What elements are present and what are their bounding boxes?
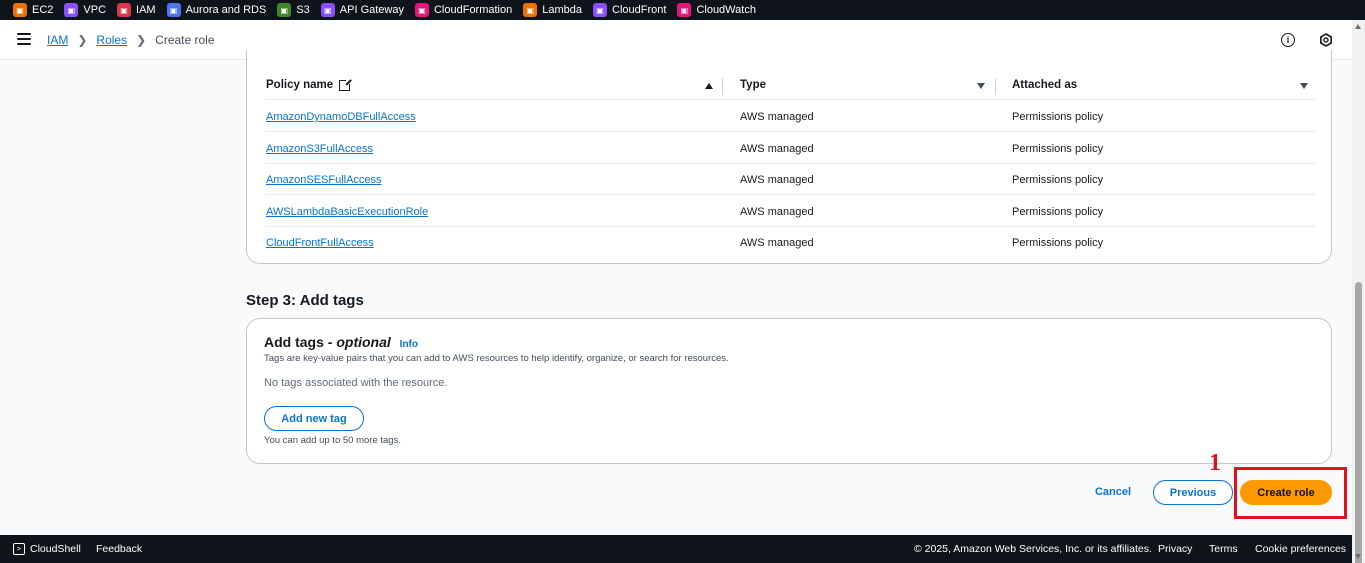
table-row: AmazonSESFullAccess AWS managed Permission… <box>265 164 1316 196</box>
policy-type: AWS managed <box>740 237 814 250</box>
cloudshell-link[interactable]: CloudShell <box>30 543 81 555</box>
tags-description: Tags are key-value pairs that you can ad… <box>264 353 729 364</box>
s3-icon: ▣ <box>277 3 292 17</box>
policy-attached-as: Permissions policy <box>1012 237 1104 250</box>
policy-name-link[interactable]: AWSLambdaBasicExecutionRole <box>266 206 428 218</box>
service-shortcut-lambda[interactable]: ▣ Lambda <box>523 3 582 17</box>
service-shortcut-vpc[interactable]: ▣ VPC <box>64 3 106 17</box>
scrollbar-thumb[interactable] <box>1355 282 1362 563</box>
vpc-icon: ▣ <box>64 3 79 17</box>
policy-name-link[interactable]: CloudFrontFullAccess <box>266 237 374 249</box>
policy-name-link[interactable]: AmazonS3FullAccess <box>266 143 373 155</box>
rds-icon: ▣ <box>166 3 181 17</box>
add-tags-title: Add tags - optional Info <box>264 334 418 350</box>
services-bar: ▣ EC2 ▣ VPC ▣ IAM ▣ Aurora and RDS ▣ S3 ▣ API Gatew… <box>0 0 1365 20</box>
chevron-right-icon: ❯ <box>136 33 147 47</box>
tags-empty-text: No tags associated with the resource. <box>264 377 448 389</box>
policy-name-link[interactable]: AmazonSESFullAccess <box>266 174 382 186</box>
scroll-up-icon[interactable] <box>1355 24 1361 29</box>
info-icon[interactable]: i <box>1281 33 1295 47</box>
iam-icon: ▣ <box>117 3 132 17</box>
service-shortcut-cloudwatch[interactable]: ▣ CloudWatch <box>677 3 756 17</box>
table-row: AWSLambdaBasicExecutionRole AWS managed Pe… <box>265 196 1316 227</box>
table-row: AmazonS3FullAccess AWS managed Permissions… <box>265 133 1316 164</box>
column-header-policy-name[interactable]: Policy name <box>266 77 353 91</box>
scroll-down-icon[interactable] <box>1355 554 1361 559</box>
policy-name-link[interactable]: AmazonDynamoDBFullAccess <box>266 111 416 123</box>
add-new-tag-button[interactable]: Add new tag <box>264 406 364 431</box>
chevron-right-icon: ❯ <box>77 33 88 47</box>
service-shortcut-cloudfront[interactable]: ▣ CloudFront <box>593 3 666 17</box>
api-gateway-icon: ▣ <box>320 3 335 17</box>
cookie-preferences-link[interactable]: Cookie preferences <box>1255 543 1346 555</box>
service-shortcut-aurora-and-rds[interactable]: ▣ Aurora and RDS <box>166 3 266 17</box>
policy-type: AWS managed <box>740 142 814 155</box>
cloudfront-icon: ▣ <box>593 3 608 17</box>
policies-table-card: Policy name Type Attached as AmazonDynam… <box>246 50 1332 264</box>
cloudwatch-icon: ▣ <box>677 3 692 17</box>
policy-type: AWS managed <box>740 111 814 123</box>
settings-icon[interactable] <box>1319 33 1333 47</box>
breadcrumb-roles[interactable]: Roles <box>96 33 127 47</box>
column-header-type[interactable]: Type <box>740 79 766 91</box>
policy-attached-as: Permissions policy <box>1012 111 1104 123</box>
info-link[interactable]: Info <box>400 339 418 350</box>
lambda-icon: ▣ <box>523 3 538 17</box>
cancel-button[interactable]: Cancel <box>1088 483 1138 501</box>
service-shortcut-cloudformation[interactable]: ▣ CloudFormation <box>414 3 512 17</box>
cloudshell-icon[interactable]: > <box>13 543 25 555</box>
column-header-attached-as[interactable]: Attached as <box>1012 79 1077 91</box>
terms-link[interactable]: Terms <box>1209 543 1238 555</box>
policy-type: AWS managed <box>740 205 814 218</box>
privacy-link[interactable]: Privacy <box>1158 543 1192 555</box>
step-3-heading: Step 3: Add tags <box>246 292 364 309</box>
annotation-number: 1 <box>1209 450 1221 476</box>
page-scrollbar[interactable] <box>1352 20 1365 563</box>
table-row: AmazonDynamoDBFullAccess AWS managed Permi… <box>265 101 1316 132</box>
external-link-icon <box>339 77 353 91</box>
policy-attached-as: Permissions policy <box>1012 174 1104 187</box>
service-shortcut-iam[interactable]: ▣ IAM <box>117 3 156 17</box>
service-shortcut-ec2[interactable]: ▣ EC2 <box>13 3 53 17</box>
ec2-icon: ▣ <box>13 3 27 17</box>
previous-button[interactable]: Previous <box>1153 480 1233 505</box>
sort-ascending-icon[interactable] <box>705 83 713 89</box>
service-shortcut-s3[interactable]: ▣ S3 <box>277 3 310 17</box>
breadcrumb-current: Create role <box>155 33 215 47</box>
footer: > CloudShell Feedback © 2025, Amazon Web… <box>0 535 1352 563</box>
copyright-text: © 2025, Amazon Web Services, Inc. or its… <box>914 543 1152 555</box>
policy-attached-as: Permissions policy <box>1012 142 1104 155</box>
feedback-link[interactable]: Feedback <box>96 543 142 555</box>
cloudformation-icon: ▣ <box>414 3 429 17</box>
service-shortcut-api-gateway[interactable]: ▣ API Gateway <box>320 3 404 17</box>
breadcrumb-iam[interactable]: IAM <box>47 33 68 47</box>
policy-type: AWS managed <box>740 174 814 187</box>
menu-icon[interactable] <box>17 33 31 45</box>
add-tags-card: Add tags - optional Info Tags are key-va… <box>246 318 1332 464</box>
annotation-highlight-box <box>1234 467 1347 519</box>
breadcrumb: IAM ❯ Roles ❯ Create role <box>47 33 215 47</box>
table-row: CloudFrontFullAccess AWS managed Permissio… <box>265 227 1316 258</box>
table-header: Policy name Type Attached as <box>265 77 1316 100</box>
tags-limit-text: You can add up to 50 more tags. <box>264 435 401 446</box>
policy-attached-as: Permissions policy <box>1012 205 1104 218</box>
sort-icon[interactable] <box>977 83 985 89</box>
sort-icon[interactable] <box>1300 83 1308 89</box>
